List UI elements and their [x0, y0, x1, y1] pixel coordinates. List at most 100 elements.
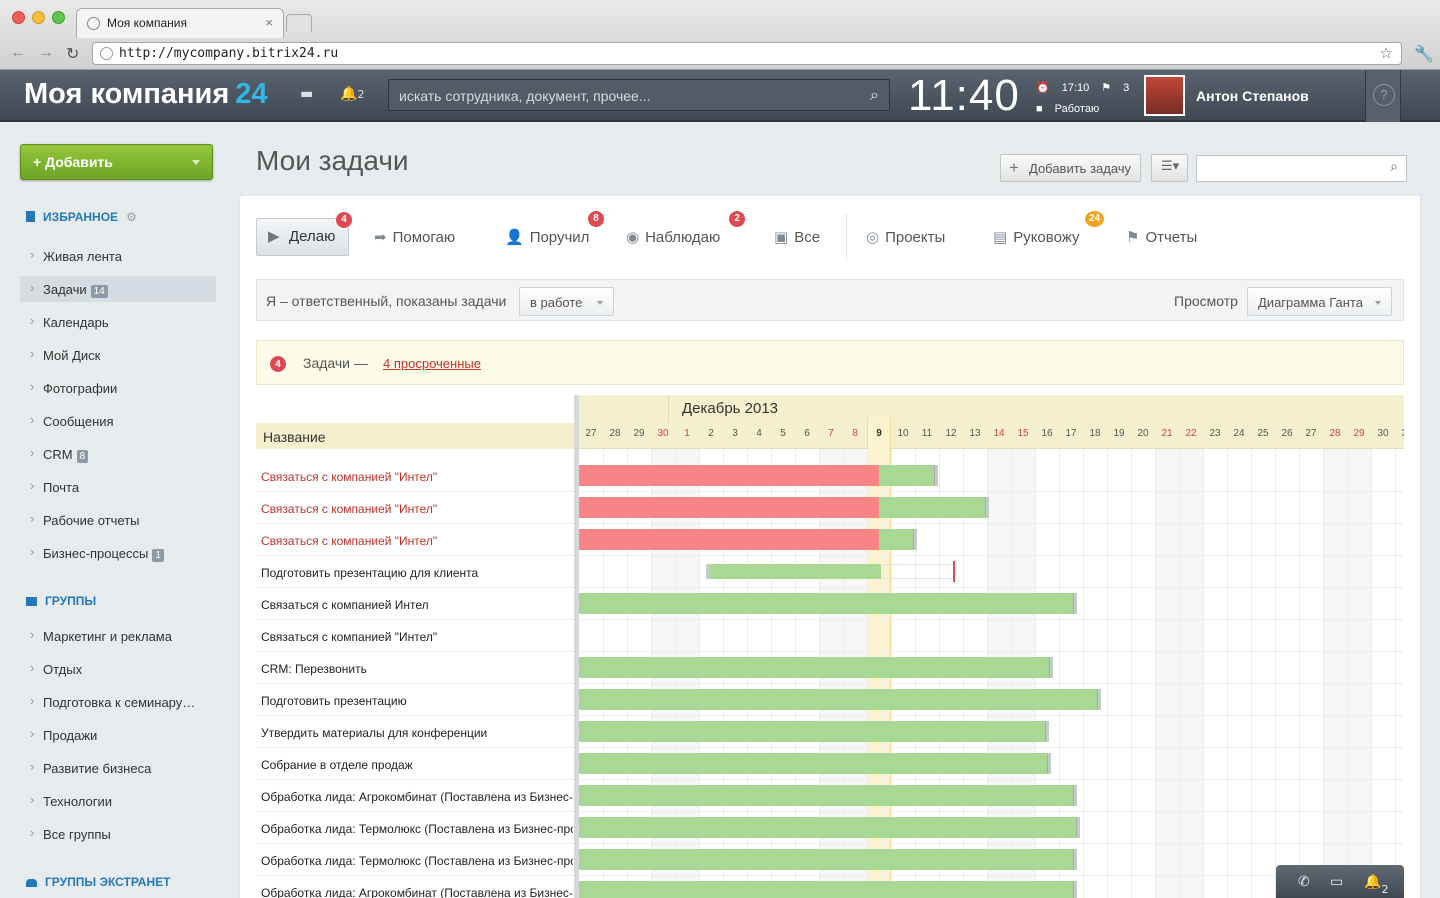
- sidebar-item-all-groups[interactable]: Все группы: [20, 821, 216, 847]
- task-bar-handle[interactable]: [1097, 689, 1102, 710]
- task-name[interactable]: Связаться с компанией "Интел": [261, 502, 573, 516]
- add-task-button[interactable]: Добавить задачу: [1000, 154, 1141, 182]
- sidebar-item-business-processes[interactable]: Бизнес-процессы1: [20, 540, 216, 566]
- sidebar-item-business-development[interactable]: Развитие бизнеса: [20, 755, 216, 781]
- overdue-link[interactable]: 4 просроченные: [383, 356, 481, 371]
- task-bar[interactable]: [579, 721, 1049, 742]
- zoom-window-button[interactable]: [52, 11, 65, 24]
- sidebar-item-mail[interactable]: Почта: [20, 474, 216, 500]
- task-row[interactable]: Подготовить презентацию для клиента: [256, 556, 1404, 588]
- task-row[interactable]: Утвердить материалы для конференции: [256, 716, 1404, 748]
- reload-icon[interactable]: ↻: [66, 44, 79, 64]
- task-row[interactable]: Подготовить презентацию: [256, 684, 1404, 716]
- task-bar[interactable]: [879, 529, 917, 550]
- task-name[interactable]: CRM: Перезвонить: [261, 662, 573, 676]
- address-bar[interactable]: http://mycompany.bitrix24.ru ☆: [92, 42, 1402, 65]
- sidebar-item-technologies[interactable]: Технологии: [20, 788, 216, 814]
- task-bar-handle[interactable]: [1049, 657, 1054, 678]
- forward-icon[interactable]: →: [38, 44, 54, 62]
- task-row[interactable]: Связаться с компанией Интел: [256, 588, 1404, 620]
- task-bar-handle[interactable]: [1073, 849, 1078, 870]
- close-tab-icon[interactable]: ×: [265, 15, 273, 30]
- chevron-down-icon[interactable]: [192, 160, 200, 165]
- tab-assigned[interactable]: 👤 Поручил 8: [505, 210, 605, 256]
- task-bar[interactable]: [579, 657, 1054, 678]
- task-row[interactable]: Обработка лида: Агрокомбинат (Поставлена…: [256, 876, 1404, 898]
- search-icon[interactable]: ⌕: [1390, 159, 1398, 175]
- task-bar[interactable]: [579, 817, 1080, 838]
- task-search-input[interactable]: ⌕: [1196, 155, 1407, 182]
- workday-info[interactable]: ⏰ 17:10 ⚑ 3 ■ Работаю: [1036, 78, 1141, 120]
- search-input[interactable]: искать сотрудника, документ, прочее... ⌕: [388, 79, 890, 111]
- task-name[interactable]: Связаться с компанией "Интел": [261, 534, 573, 548]
- task-name[interactable]: Связаться с компанией "Интел": [261, 470, 573, 484]
- phone-icon[interactable]: ✆: [1298, 874, 1310, 890]
- status-select[interactable]: в работе: [519, 287, 614, 316]
- task-bar-handle[interactable]: [934, 465, 939, 486]
- task-name[interactable]: Связаться с компанией "Интел": [261, 630, 573, 644]
- tab-doing[interactable]: ▶ Делаю 4: [256, 211, 353, 256]
- task-bar-handle[interactable]: [1073, 593, 1078, 614]
- wrench-icon[interactable]: 🔧: [1414, 44, 1434, 63]
- task-name[interactable]: Собрание в отделе продаж: [261, 758, 573, 772]
- tab-helping[interactable]: ➦ Помогаю: [374, 218, 455, 256]
- list-menu-button[interactable]: ☰▾: [1151, 154, 1188, 182]
- user-name[interactable]: Антон Степанов: [1196, 88, 1309, 104]
- avatar[interactable]: [1144, 75, 1185, 116]
- task-name[interactable]: Обработка лида: Агрокомбинат (Поставлена…: [261, 790, 573, 804]
- tab-projects[interactable]: ◎ Проекты: [866, 218, 945, 256]
- planned-bar[interactable]: [706, 564, 882, 579]
- chat-icon[interactable]: ▭: [1330, 874, 1343, 890]
- company-logo[interactable]: Моя компания 24: [24, 78, 268, 111]
- favorites-section-title[interactable]: ИЗБРАННОЕ ⚙: [26, 210, 137, 224]
- sidebar-item-work-reports[interactable]: Рабочие отчеты: [20, 507, 216, 533]
- tab-watching[interactable]: ◉ Наблюдаю 2: [626, 210, 746, 256]
- task-bar-handle[interactable]: [1073, 881, 1078, 898]
- task-name[interactable]: Подготовить презентацию для клиента: [261, 566, 573, 580]
- sidebar-item-crm[interactable]: CRM8: [20, 441, 216, 467]
- task-row[interactable]: Обработка лида: Термолюкс (Поставлена из…: [256, 812, 1404, 844]
- browser-tab[interactable]: Моя компания ×: [76, 8, 284, 38]
- gear-icon[interactable]: ⚙: [126, 210, 137, 224]
- minimize-window-button[interactable]: [32, 11, 45, 24]
- messages-icon[interactable]: ▬: [300, 86, 313, 102]
- sidebar-item-my-drive[interactable]: Мой Диск: [20, 342, 216, 368]
- overdue-bar[interactable]: [579, 497, 879, 518]
- close-window-button[interactable]: [12, 11, 25, 24]
- sidebar-item-photos[interactable]: Фотографии: [20, 375, 216, 401]
- view-select[interactable]: Диаграмма Ганта: [1247, 287, 1392, 316]
- task-row[interactable]: Связаться с компанией "Интел": [256, 460, 1404, 492]
- sidebar-item-live-feed[interactable]: Живая лента: [20, 243, 216, 269]
- search-icon[interactable]: ⌕: [870, 85, 879, 105]
- deadline-marker[interactable]: [953, 561, 956, 582]
- add-button[interactable]: + Добавить: [20, 144, 213, 180]
- task-name[interactable]: Связаться с компанией Интел: [261, 598, 573, 612]
- bookmark-star-icon[interactable]: ☆: [1380, 44, 1393, 62]
- task-row[interactable]: Связаться с компанией "Интел": [256, 492, 1404, 524]
- extranet-section-title[interactable]: ГРУППЫ ЭКСТРАНЕТ: [26, 875, 170, 889]
- task-bar[interactable]: [579, 593, 1078, 614]
- task-row[interactable]: Собрание в отделе продаж: [256, 748, 1404, 780]
- bell-icon[interactable]: 🔔2: [1364, 874, 1388, 896]
- overdue-bar[interactable]: [579, 529, 879, 550]
- task-bar[interactable]: [879, 465, 939, 486]
- overdue-bar[interactable]: [579, 465, 879, 486]
- task-bar[interactable]: [879, 497, 989, 518]
- sidebar-item-rest[interactable]: Отдых: [20, 656, 216, 682]
- task-bar-handle[interactable]: [1044, 721, 1049, 742]
- sidebar-item-seminar[interactable]: Подготовка к семинару…: [20, 689, 216, 715]
- tab-supervising[interactable]: ▤ Руковожу 24: [993, 210, 1105, 256]
- tab-reports[interactable]: ⚑ Отчеты: [1126, 218, 1197, 256]
- gantt-splitter[interactable]: [574, 395, 579, 898]
- task-name[interactable]: Утвердить материалы для конференции: [261, 726, 573, 740]
- task-row[interactable]: Обработка лида: Агрокомбинат (Поставлена…: [256, 780, 1404, 812]
- task-name[interactable]: Обработка лида: Термолюкс (Поставлена из…: [261, 822, 573, 836]
- sidebar-item-calendar[interactable]: Календарь: [20, 309, 216, 335]
- sidebar-item-tasks[interactable]: Задачи14: [20, 276, 216, 302]
- task-name[interactable]: Подготовить презентацию: [261, 694, 573, 708]
- bell-icon[interactable]: 🔔2: [340, 86, 364, 102]
- sidebar-item-sales[interactable]: Продажи: [20, 722, 216, 748]
- task-bar[interactable]: [579, 881, 1078, 898]
- back-icon[interactable]: ←: [10, 44, 26, 62]
- task-bar-handle[interactable]: [912, 529, 917, 550]
